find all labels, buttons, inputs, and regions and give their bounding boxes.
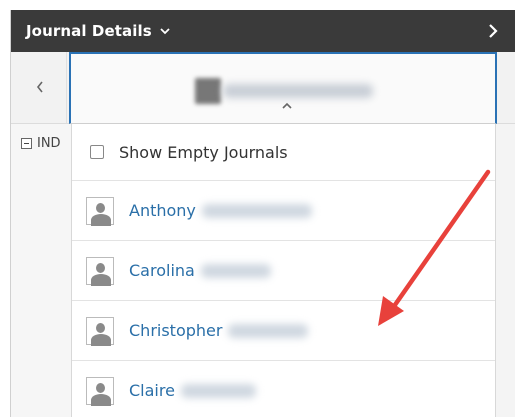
user-name-link[interactable]: Christopher (129, 321, 222, 340)
chevron-right-icon[interactable] (486, 22, 500, 40)
header-title: Journal Details (26, 22, 152, 40)
user-name-link[interactable]: Carolina (129, 261, 195, 280)
avatar (86, 316, 114, 346)
collapse-minus-icon[interactable] (21, 138, 32, 149)
list-item[interactable]: Carolina (72, 241, 495, 301)
show-empty-journals-checkbox[interactable] (90, 145, 104, 159)
selected-user-avatar (195, 78, 221, 104)
list-item[interactable]: Anthony (72, 181, 495, 241)
avatar (86, 256, 114, 286)
redacted-surname (228, 323, 309, 338)
redacted-surname (200, 263, 271, 278)
list-item[interactable]: Claire (72, 361, 495, 417)
show-empty-journals-label: Show Empty Journals (119, 142, 288, 162)
journal-details-header: Journal Details (11, 10, 515, 52)
journal-user-selector[interactable] (69, 52, 497, 124)
caret-up-icon (282, 102, 292, 109)
list-item[interactable]: Christopher (72, 301, 495, 361)
avatar (86, 196, 114, 226)
chevron-left-icon (36, 81, 43, 93)
selected-user-name-redacted (223, 84, 373, 98)
chevron-down-icon (160, 28, 170, 35)
user-name-link[interactable]: Anthony (129, 201, 196, 220)
show-empty-journals-option[interactable]: Show Empty Journals (72, 124, 495, 181)
redacted-surname (201, 203, 312, 218)
user-dropdown-list: Show Empty Journals Anthony Carolina Chr… (71, 124, 496, 417)
tree-node-ind[interactable]: IND (21, 136, 61, 151)
avatar (86, 376, 114, 406)
redacted-surname (180, 383, 256, 398)
left-tree-panel: IND (11, 124, 71, 417)
previous-button[interactable] (11, 52, 67, 123)
tree-node-label: IND (37, 136, 61, 151)
journal-details-menu[interactable]: Journal Details (26, 22, 171, 40)
user-name-link[interactable]: Claire (129, 381, 175, 400)
journal-panel: Journal Details IND Show Empty Journals … (10, 10, 515, 417)
